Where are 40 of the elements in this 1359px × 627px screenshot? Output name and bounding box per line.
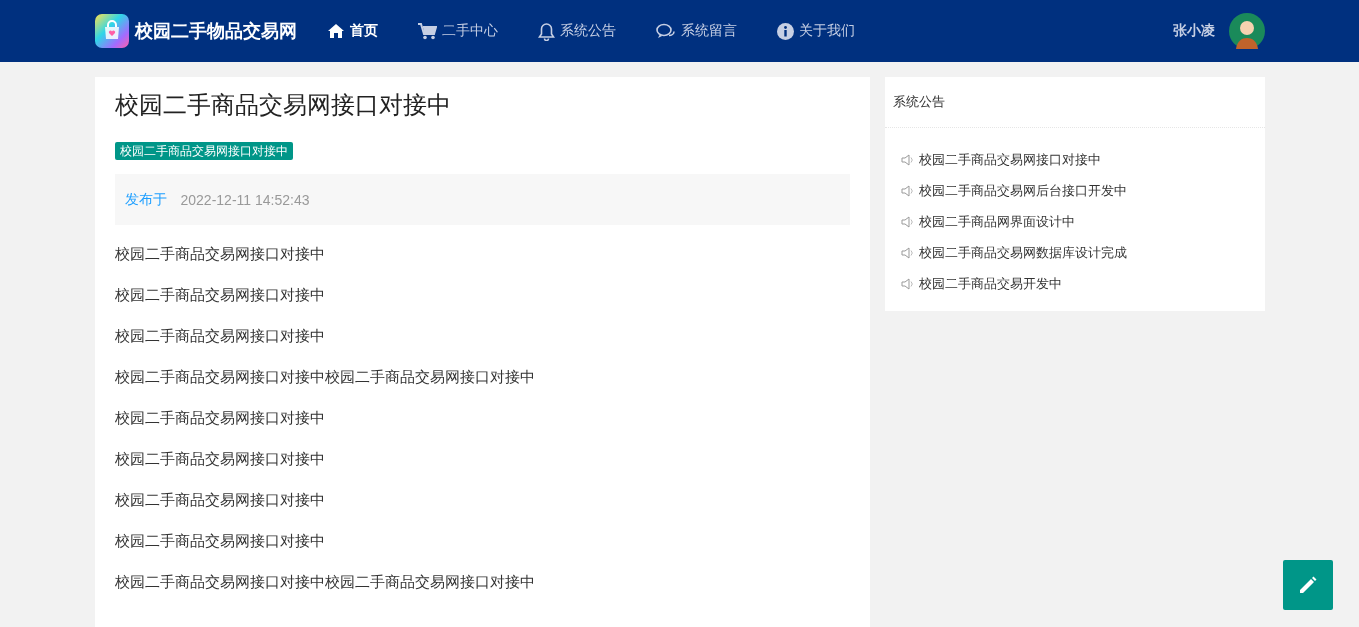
- home-icon: [326, 23, 345, 39]
- article-paragraph: 校园二手商品交易网接口对接中: [114, 532, 326, 549]
- article-tag: 校园二手商品交易网接口对接中: [114, 142, 293, 160]
- edit-button[interactable]: [1283, 560, 1333, 610]
- published-label: 发布于: [124, 190, 167, 209]
- nav-link[interactable]: 关于我们: [776, 21, 855, 41]
- user-name[interactable]: 张小凌: [1172, 22, 1215, 40]
- nav-link[interactable]: 系统公告: [537, 21, 616, 41]
- article-paragraph: 校园二手商品交易网接口对接中: [114, 286, 326, 303]
- article-paragraph: 校园二手商品交易网接口对接中: [114, 245, 326, 262]
- notice-link[interactable]: 校园二手商品交易网数据库设计完成: [918, 243, 1127, 262]
- speaker-icon: [900, 215, 914, 228]
- speaker-icon: [900, 277, 914, 290]
- bell-icon: [537, 21, 555, 41]
- article-title: 校园二手商品交易网接口对接中: [114, 90, 452, 120]
- speaker-icon: [900, 246, 914, 259]
- published-time: 2022-12-11 14:52:43: [180, 191, 310, 208]
- cart-icon: [417, 22, 437, 40]
- chat-bubbles-icon: [655, 22, 676, 40]
- info-icon: [776, 22, 794, 40]
- speaker-icon: [900, 184, 914, 197]
- nav-link[interactable]: 系统留言: [655, 21, 737, 41]
- notice-link[interactable]: 校园二手商品网界面设计中: [918, 212, 1075, 231]
- site-name: 校园二手物品交易网: [134, 20, 297, 43]
- article-paragraph: 校园二手商品交易网接口对接中校园二手商品交易网接口对接中: [114, 573, 536, 590]
- article-paragraph: 校园二手商品交易网接口对接中校园二手商品交易网接口对接中: [114, 368, 536, 385]
- panel-title: 系统公告: [884, 77, 1265, 128]
- notice-link[interactable]: 校园二手商品交易开发中: [918, 274, 1062, 293]
- shopping-bag-logo-icon: [94, 14, 129, 48]
- nav-link[interactable]: 二手中心: [417, 21, 498, 41]
- nav-link[interactable]: 首页: [326, 21, 378, 41]
- article-paragraph: 校园二手商品交易网接口对接中: [114, 450, 326, 467]
- speaker-icon: [900, 153, 914, 166]
- notice-link[interactable]: 校园二手商品交易网后台接口开发中: [918, 181, 1127, 200]
- article-paragraph: 校园二手商品交易网接口对接中: [114, 327, 326, 344]
- avatar[interactable]: [1228, 13, 1265, 49]
- notice-link[interactable]: 校园二手商品交易网接口对接中: [918, 150, 1101, 169]
- article-paragraph: 校园二手商品交易网接口对接中: [114, 409, 326, 426]
- article-paragraph: 校园二手商品交易网接口对接中: [114, 491, 326, 508]
- pencil-icon: [1298, 575, 1318, 595]
